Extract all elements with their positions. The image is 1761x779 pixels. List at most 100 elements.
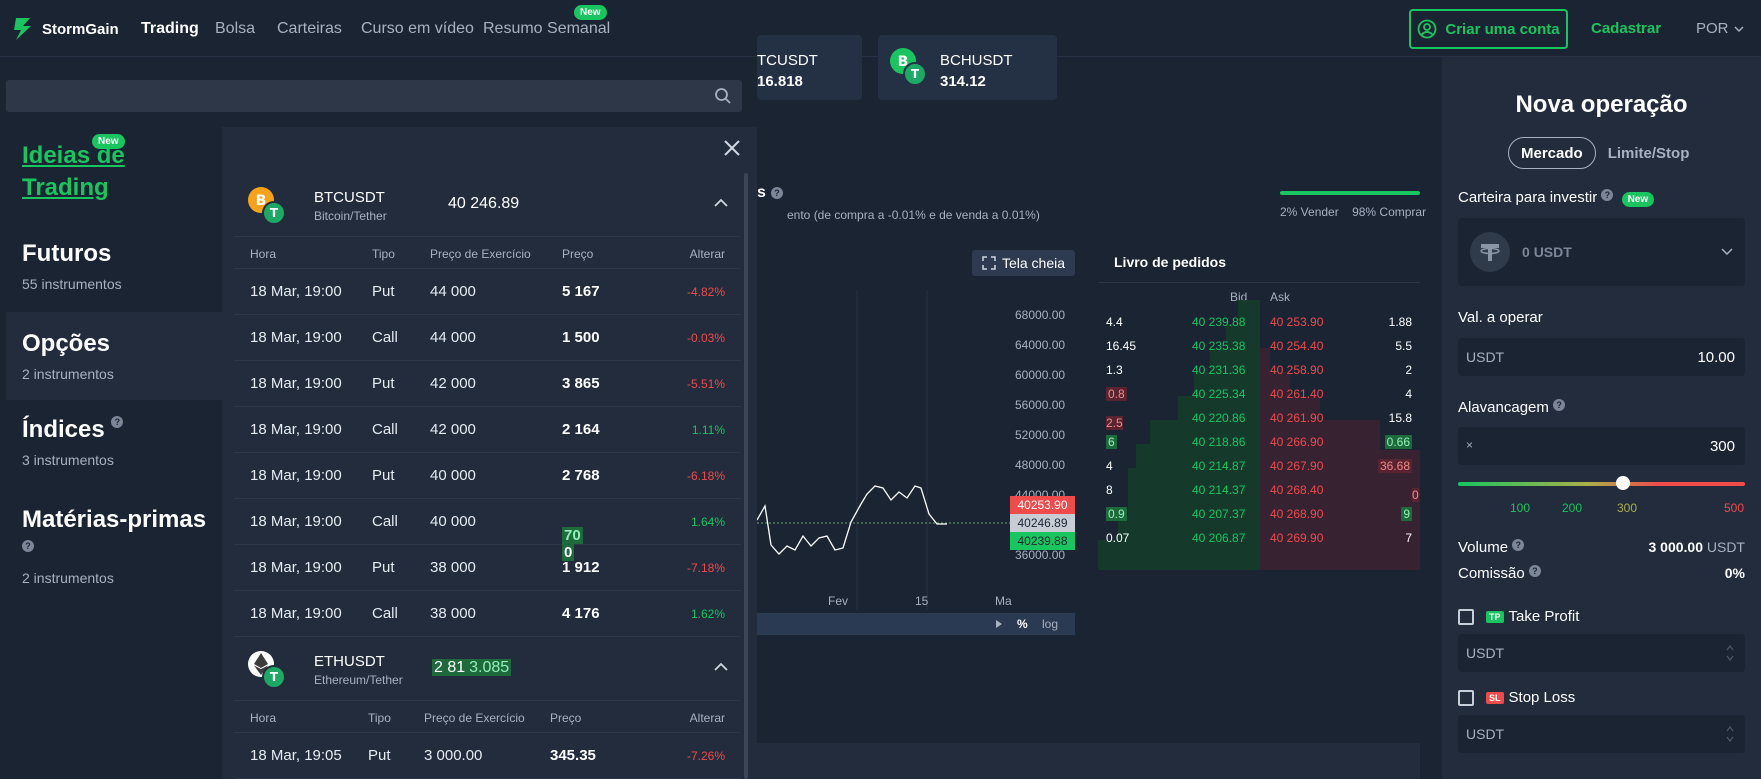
- leverage-label-text: Alavancagem: [1458, 399, 1549, 416]
- chevron-up-icon[interactable]: [713, 661, 729, 673]
- slider-tick: 500: [1724, 501, 1745, 515]
- order-book-row[interactable]: 1.3 40 231.36 40 258.90 2: [1098, 358, 1420, 382]
- menu-opcoes[interactable]: Opções 2 instrumentos: [6, 312, 222, 400]
- order-book-row[interactable]: 0.9 40 207.37 40 268.90 9: [1098, 502, 1420, 526]
- option-type: Call: [372, 421, 398, 438]
- fullscreen-button[interactable]: Tela cheia: [972, 250, 1075, 276]
- language-selector[interactable]: POR: [1696, 20, 1744, 37]
- wallet-balance-currency: USDT: [1533, 244, 1572, 260]
- create-account-button[interactable]: Criar uma conta: [1409, 9, 1568, 49]
- col-alterar: Alterar: [689, 247, 725, 261]
- stepper-icon[interactable]: [1725, 723, 1735, 745]
- tab-mercado[interactable]: Mercado: [1508, 137, 1596, 169]
- ask-price: 40 253.90: [1270, 315, 1324, 329]
- order-book-row[interactable]: 840 214.3740 268.4020: [1098, 478, 1420, 502]
- bid-qty: 0.9: [1106, 507, 1127, 521]
- search-icon[interactable]: [714, 87, 732, 105]
- take-profit-input[interactable]: USDT: [1458, 634, 1745, 672]
- btc-coin-icon: B T: [248, 187, 286, 225]
- tab-limite-stop[interactable]: Limite/Stop: [1596, 137, 1702, 169]
- menu-indices[interactable]: Índices ? 3 instrumentos: [6, 416, 222, 484]
- order-book-row[interactable]: 0.8 40 225.34 40 261.40 4: [1098, 382, 1420, 406]
- menu-title: Futuros: [22, 240, 112, 267]
- log-scale-toggle[interactable]: log: [1042, 617, 1058, 631]
- option-row[interactable]: 18 Mar, 19:00 Put 38 000 1 912 -7.18%: [234, 545, 741, 591]
- menu-trading-ideas[interactable]: Ideias de Trading New: [6, 134, 222, 204]
- help-icon[interactable]: ?: [1601, 189, 1614, 201]
- market-heading-tail: s: [757, 184, 766, 201]
- scrollbar[interactable]: [744, 173, 748, 779]
- nav-bolsa[interactable]: Bolsa: [215, 20, 255, 38]
- help-icon[interactable]: ?: [771, 187, 783, 199]
- option-row[interactable]: 18 Mar, 19:00 Put 44 000 5 167 -4.82%: [234, 269, 741, 315]
- eth-coin-icon: T: [248, 651, 286, 689]
- bid-price: 40 214.87: [1192, 459, 1246, 473]
- ask-qty: 2: [1405, 363, 1412, 377]
- new-badge: New: [1621, 192, 1655, 207]
- ticker-symbol: TCUSDT: [757, 52, 818, 69]
- register-button[interactable]: Cadastrar: [1591, 20, 1661, 37]
- order-book-row[interactable]: 16.45 40 235.38 40 254.40 5.5: [1098, 334, 1420, 358]
- help-icon[interactable]: ?: [22, 540, 34, 552]
- stormgain-logo[interactable]: StormGain: [12, 16, 119, 42]
- user-circle-icon: [1417, 19, 1437, 39]
- nav-carteiras[interactable]: Carteiras: [277, 20, 342, 38]
- instrument-price-part: 2 81: [432, 659, 468, 676]
- order-book-row[interactable]: 6 40 218.86 40 266.90 0.66: [1098, 430, 1420, 454]
- help-icon[interactable]: ?: [111, 416, 124, 428]
- x-tick: Fev: [828, 594, 849, 608]
- leverage-slider-handle[interactable]: [1616, 476, 1631, 490]
- bottom-panel: [757, 743, 1420, 779]
- option-row[interactable]: 18 Mar, 19:00 Call 44 000 1 500 -0.03%: [234, 315, 741, 361]
- stop-loss-input[interactable]: USDT: [1458, 715, 1745, 753]
- nav-trading[interactable]: Trading: [141, 20, 199, 38]
- help-icon[interactable]: ?: [1553, 399, 1566, 411]
- y-tick: 56000.00: [1015, 398, 1066, 412]
- chevron-down-icon: [1721, 248, 1733, 256]
- ticker-card[interactable]: TCUSDT 16.818: [757, 35, 862, 100]
- menu-materias-primas[interactable]: Matérias-primas ? 2 instrumentos: [6, 506, 222, 596]
- option-row[interactable]: 18 Mar, 19:00Call40 0003 0701.64%: [234, 499, 741, 561]
- instrument-header-btcusdt[interactable]: B T BTCUSDT Bitcoin/Tether 40 246.89: [234, 173, 741, 237]
- ticker-card-bchusdt[interactable]: B T BCHUSDT 314.12: [878, 35, 1057, 100]
- instrument-header-ethusdt[interactable]: T ETHUSDT Ethereum/Tether 2 81 3.085: [234, 637, 741, 701]
- chevron-up-icon[interactable]: [713, 197, 729, 209]
- instrument-symbol: ETHUSDT: [314, 653, 385, 670]
- stepper-icon[interactable]: [1725, 642, 1735, 664]
- take-profit-checkbox[interactable]: [1458, 609, 1474, 625]
- leverage-input[interactable]: × 300: [1458, 427, 1745, 465]
- nav-resumo-semanal[interactable]: Resumo Semanal: [483, 20, 610, 38]
- trading-ideas-link[interactable]: Ideias de Trading: [22, 140, 222, 204]
- option-price-part: 70: [562, 527, 583, 544]
- close-icon[interactable]: [723, 139, 741, 157]
- stop-loss-checkbox[interactable]: [1458, 690, 1474, 706]
- option-row[interactable]: 18 Mar, 19:00 Call 42 000 2 164 1.11%: [234, 407, 741, 453]
- bid-price: 40 207.37: [1192, 507, 1246, 521]
- play-icon[interactable]: [996, 620, 1002, 628]
- option-strike: 44 000: [430, 329, 476, 346]
- help-icon[interactable]: ?: [1512, 539, 1525, 551]
- nav-curso-video[interactable]: Curso em vídeo: [361, 20, 474, 38]
- create-account-label: Criar uma conta: [1445, 20, 1560, 38]
- option-price: 4 176: [562, 605, 600, 622]
- option-type: Call: [372, 513, 398, 530]
- order-book-row[interactable]: 12.540 220.8640 261.9015.8: [1098, 406, 1420, 430]
- search-input[interactable]: [6, 80, 742, 112]
- leverage-slider[interactable]: [1458, 482, 1745, 486]
- menu-futuros[interactable]: Futuros 55 instrumentos: [6, 240, 222, 308]
- help-icon[interactable]: ?: [1528, 565, 1541, 577]
- fullscreen-label: Tela cheia: [1001, 255, 1066, 271]
- ask-price: 40 266.90: [1270, 435, 1324, 449]
- wallet-select[interactable]: 0 USDT: [1458, 218, 1745, 286]
- percent-scale-toggle[interactable]: %: [1017, 617, 1028, 631]
- order-book-row[interactable]: 4.4 40 239.88 40 253.90 1.88: [1098, 310, 1420, 334]
- svg-text:T: T: [270, 206, 279, 220]
- order-book-row[interactable]: 4 40 214.87 40 267.90 36.68: [1098, 454, 1420, 478]
- option-row[interactable]: 18 Mar, 19:00 Put 42 000 3 865 -5.51%: [234, 361, 741, 407]
- option-strike: 38 000: [430, 559, 476, 576]
- option-row[interactable]: 18 Mar, 19:00 Put 40 000 2 768 -6.18%: [234, 453, 741, 499]
- order-book-row[interactable]: 0.07 40 206.87 40 269.90 7: [1098, 526, 1420, 550]
- option-row[interactable]: 18 Mar, 19:05 Put 3 000.00 345.35 -7.26%: [234, 733, 741, 779]
- amount-input[interactable]: USDT 10.00: [1458, 338, 1745, 376]
- option-row[interactable]: 18 Mar, 19:00 Call 38 000 4 176 1.62%: [234, 591, 741, 637]
